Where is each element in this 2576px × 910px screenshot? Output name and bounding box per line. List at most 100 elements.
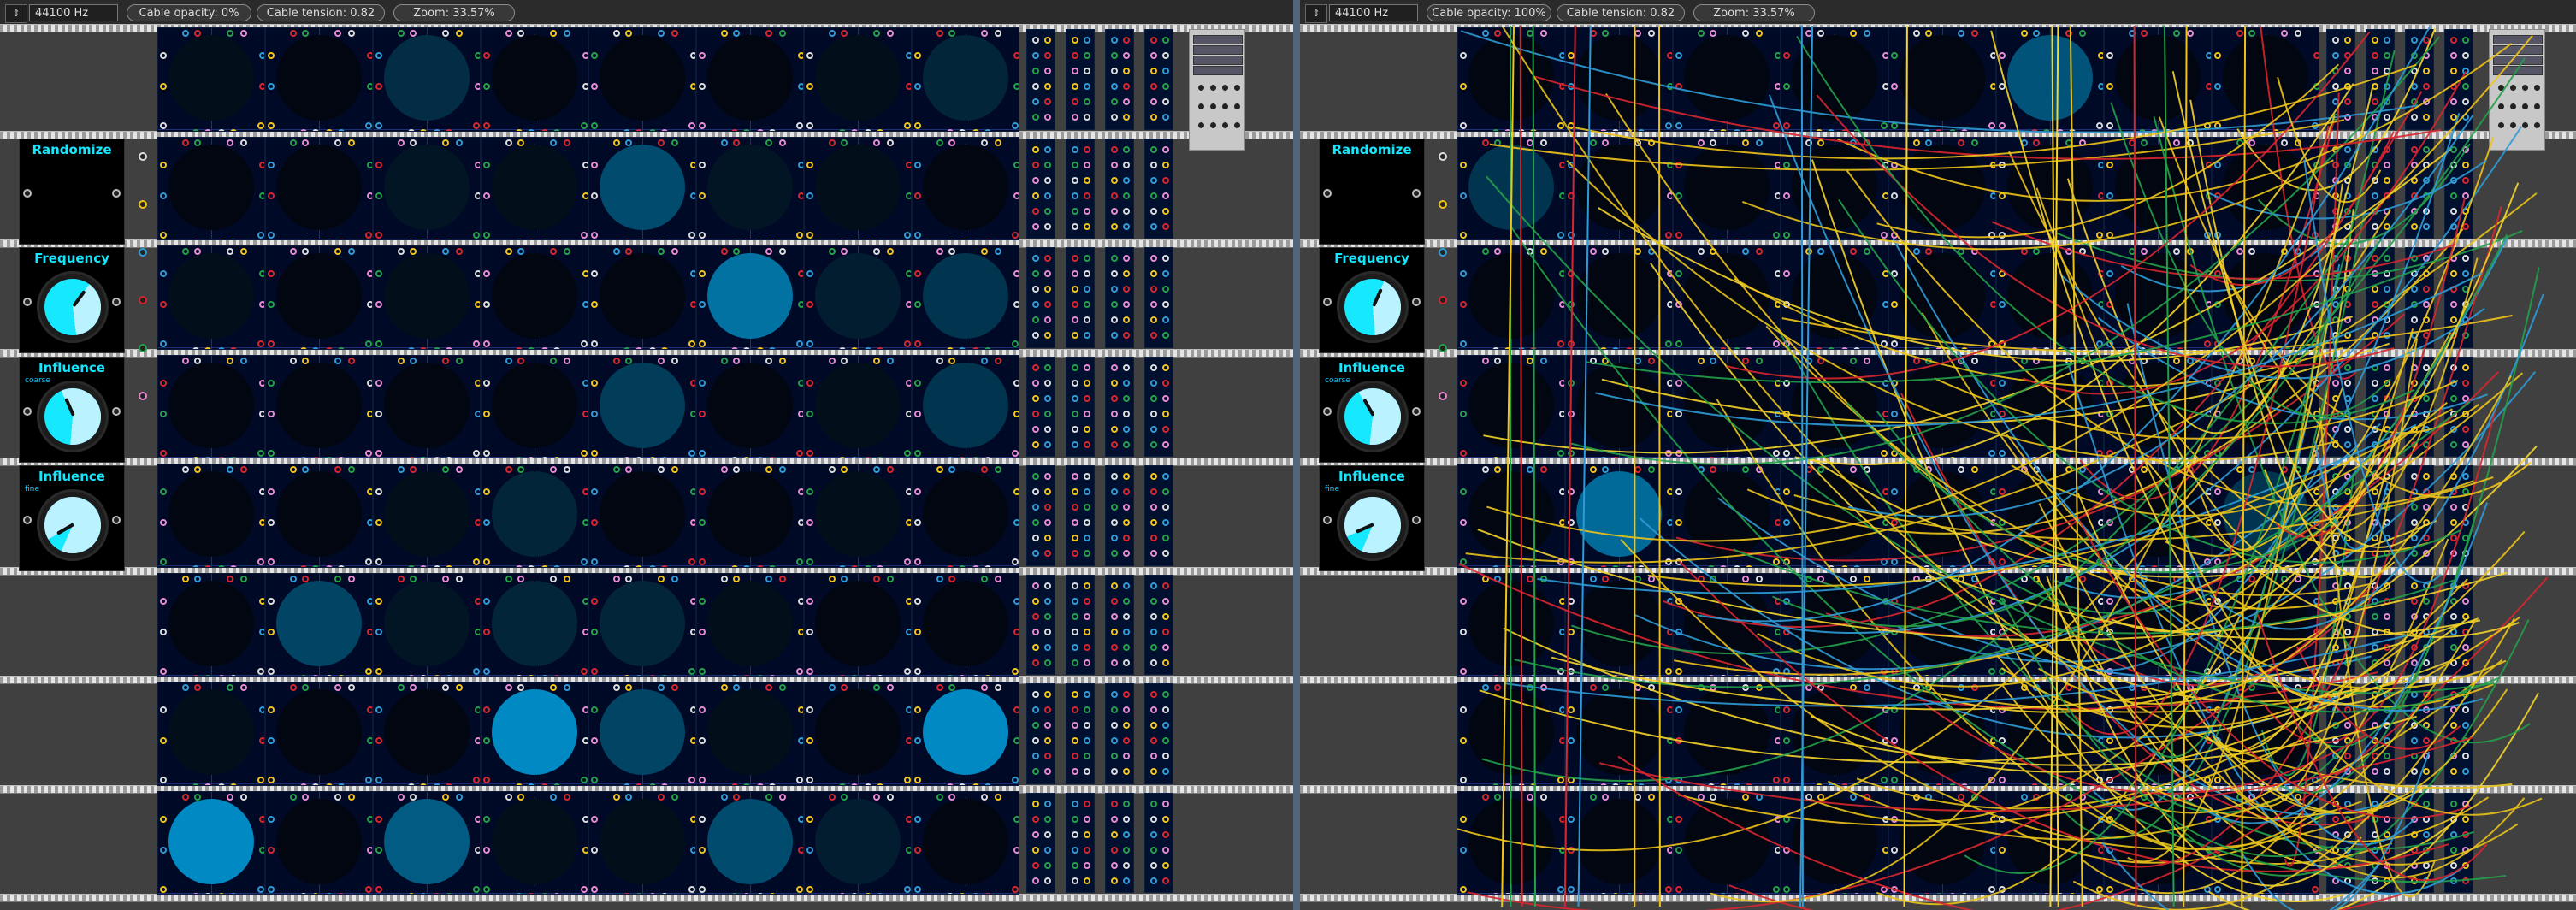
jack-icon[interactable] (1044, 846, 1051, 854)
jack-icon[interactable] (733, 139, 740, 146)
jack-icon[interactable] (1708, 783, 1715, 785)
jack-icon[interactable] (473, 777, 480, 783)
jack-icon[interactable] (690, 737, 695, 744)
jack-icon[interactable] (731, 347, 738, 349)
jack-icon[interactable] (2332, 192, 2339, 199)
jack-icon[interactable] (1864, 684, 1870, 691)
jack-icon[interactable] (2462, 255, 2469, 262)
jack-icon[interactable] (2372, 316, 2378, 323)
jack-icon[interactable] (591, 83, 598, 90)
jack-icon[interactable] (2332, 722, 2339, 729)
jack-icon[interactable] (2098, 706, 2103, 713)
jack-icon[interactable] (1032, 425, 1039, 433)
jack-icon[interactable] (1540, 30, 1547, 37)
jack-icon[interactable] (1460, 815, 1467, 823)
jack-icon[interactable] (1667, 410, 1672, 417)
jack-icon[interactable] (1072, 68, 1078, 74)
jack-icon[interactable] (194, 466, 201, 473)
jack-icon[interactable] (743, 347, 750, 349)
jack-icon[interactable] (2411, 691, 2418, 698)
jack-icon[interactable] (1111, 145, 1118, 153)
jack-icon[interactable] (1482, 248, 1489, 255)
jack-icon[interactable] (1667, 192, 1672, 199)
zoom-control[interactable]: Zoom: 33.57% (1693, 4, 1815, 21)
jack-icon[interactable] (1084, 363, 1090, 371)
jack-icon[interactable] (410, 357, 417, 364)
jack-icon[interactable] (2344, 768, 2351, 775)
jack-icon[interactable] (1123, 519, 1130, 526)
jack-icon[interactable] (2462, 846, 2469, 854)
jack-icon[interactable] (1084, 691, 1090, 698)
jack-icon[interactable] (906, 83, 911, 90)
jack-icon[interactable] (2187, 466, 2194, 473)
jack-icon[interactable] (984, 783, 991, 785)
jack-icon[interactable] (1150, 846, 1157, 854)
jack-icon[interactable] (1675, 815, 1682, 823)
jack-icon[interactable] (2344, 363, 2351, 371)
jack-icon[interactable] (2384, 535, 2390, 541)
jack-icon[interactable] (2281, 575, 2288, 582)
jack-icon[interactable] (410, 466, 417, 473)
jack-icon[interactable] (302, 575, 309, 582)
jack-icon[interactable] (1111, 877, 1118, 884)
jack-icon[interactable] (1111, 753, 1118, 759)
jack-icon[interactable] (375, 192, 382, 199)
jack-icon[interactable] (2384, 316, 2390, 323)
jack-icon[interactable] (268, 815, 275, 823)
jack-icon[interactable] (851, 129, 858, 131)
jack-icon[interactable] (192, 347, 199, 349)
jack-icon[interactable] (1882, 815, 1888, 823)
jack-icon[interactable] (2236, 30, 2243, 37)
jack-icon[interactable] (765, 357, 772, 364)
jack-icon[interactable] (2423, 861, 2430, 869)
jack-icon[interactable] (517, 466, 524, 473)
jack-icon[interactable] (1162, 768, 1169, 775)
jack-icon[interactable] (2332, 301, 2339, 308)
jack-icon[interactable] (1044, 582, 1051, 589)
jack-icon[interactable] (240, 248, 247, 255)
jack-icon[interactable] (690, 192, 695, 199)
jack-icon[interactable] (582, 628, 588, 635)
jack-icon[interactable] (1123, 98, 1130, 105)
jack-icon[interactable] (302, 793, 309, 801)
jack-icon[interactable] (796, 667, 803, 675)
jack-icon[interactable] (160, 192, 167, 199)
jack-icon[interactable] (1460, 83, 1467, 90)
jack-icon[interactable] (2384, 37, 2390, 44)
jack-icon[interactable] (948, 793, 955, 801)
jack-icon[interactable] (1990, 379, 1995, 387)
jack-icon[interactable] (581, 777, 588, 783)
jack-icon[interactable] (564, 357, 570, 364)
jack-icon[interactable] (1783, 192, 1790, 199)
jack-icon[interactable] (1850, 793, 1857, 801)
jack-icon[interactable] (906, 52, 911, 59)
jack-icon[interactable] (829, 357, 836, 364)
jack-icon[interactable] (1999, 122, 2006, 129)
jack-icon[interactable] (1072, 440, 1078, 448)
knob-icon[interactable] (1222, 122, 1228, 128)
jack-icon[interactable] (398, 357, 405, 364)
jack-icon[interactable] (240, 139, 247, 146)
jack-icon[interactable] (483, 379, 490, 387)
jack-icon[interactable] (2151, 347, 2158, 349)
jack-icon[interactable] (1612, 129, 1619, 131)
jack-icon[interactable] (1439, 391, 1447, 400)
jack-icon[interactable] (591, 340, 598, 347)
jack-icon[interactable] (1013, 161, 1019, 168)
jack-icon[interactable] (1971, 30, 1978, 37)
jack-icon[interactable] (914, 192, 921, 199)
jack-icon[interactable] (553, 129, 560, 131)
jack-icon[interactable] (2423, 410, 2430, 417)
jack-icon[interactable] (690, 161, 695, 168)
jack-icon[interactable] (906, 301, 911, 308)
jack-icon[interactable] (2344, 473, 2351, 480)
jack-icon[interactable] (948, 30, 955, 37)
jack-icon[interactable] (2450, 222, 2457, 230)
jack-icon[interactable] (1805, 684, 1812, 691)
jack-icon[interactable] (2344, 488, 2351, 495)
jack-icon[interactable] (2344, 68, 2351, 74)
jack-icon[interactable] (1084, 800, 1090, 807)
jack-icon[interactable] (2206, 628, 2211, 635)
jack-icon[interactable] (671, 684, 678, 691)
jack-icon[interactable] (1891, 558, 1898, 565)
